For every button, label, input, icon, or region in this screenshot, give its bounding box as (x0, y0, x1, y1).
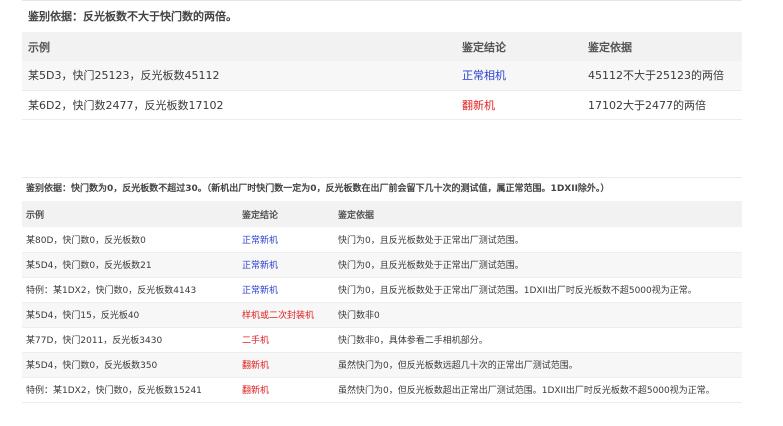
table-row: 某5D3，快门25123，反光板数45112 正常相机 45112不大于25123的… (22, 61, 742, 90)
table2-header-example: 示例 (26, 210, 45, 221)
row-example: 某6D2，快门数2477，反光板数17102 (28, 98, 224, 112)
row-verdict: 翻新机 (462, 98, 495, 112)
row-verdict: 正常新机 (242, 286, 279, 296)
row-basis: 快门数非0 (338, 311, 380, 321)
table2-header-verdict: 鉴定结论 (242, 210, 279, 221)
table-row: 某80D，快门数0，反光板数0 正常新机 快门为0，且反光板数处于正常出厂测试范围。 (22, 227, 742, 252)
row-verdict: 翻新机 (242, 361, 270, 371)
row-basis: 快门为0，且反光板数处于正常出厂测试范围。 (338, 261, 524, 271)
row-basis: 虽然快门为0，但反光板数远超几十次的正常出厂测试范围。 (338, 361, 578, 371)
row-verdict: 正常新机 (242, 235, 279, 246)
table2-header-row: 示例 鉴定结论 鉴定依据 (22, 201, 742, 227)
table2-block: 鉴别依据：快门数为0，反光板数不超过30。（新机出厂时快门数一定为0，反光板数在… (22, 177, 742, 403)
table1-caption: 鉴别依据：反光板数不大于快门数的两倍。 (22, 0, 742, 32)
row-basis: 快门数非0，具体参看二手相机部分。 (338, 336, 488, 346)
row-basis: 虽然快门为0，但反光板数超出正常出厂测试范围。1DXII出厂时反光板数不超500… (338, 386, 715, 396)
table-row: 某5D4，快门数0，反光板数350 翻新机 虽然快门为0，但反光板数远超几十次的正常… (22, 352, 742, 377)
table-row: 某5D4，快门15，反光板40 样机或二次封装机 快门数非0 (22, 302, 742, 327)
table-row: 某77D，快门2011，反光板3430 二手机 快门数非0，具体参看二手相机部分。 (22, 327, 742, 352)
row-example: 某5D4，快门数0，反光板数350 (26, 361, 158, 371)
row-example: 某5D4，快门数0，反光板数21 (26, 261, 152, 271)
table1-header-basis: 鉴定依据 (588, 40, 632, 54)
table1-block: 鉴别依据：反光板数不大于快门数的两倍。 示例 鉴定结论 鉴定依据 某5D3，快门… (22, 0, 742, 120)
row-example: 某80D，快门数0，反光板数0 (26, 235, 146, 246)
table1-header-row: 示例 鉴定结论 鉴定依据 (22, 32, 742, 61)
table-row: 某5D4，快门数0，反光板数21 正常新机 快门为0，且反光板数处于正常出厂测试范围… (22, 252, 742, 277)
row-example: 某5D3，快门25123，反光板数45112 (28, 69, 220, 83)
table2-caption: 鉴别依据：快门数为0，反光板数不超过30。（新机出厂时快门数一定为0，反光板数在… (22, 177, 742, 201)
row-example: 某5D4，快门15，反光板40 (26, 311, 140, 321)
table-row: 特例：某1DX2，快门数0，反光板数4143 正常新机 快门为0，且反光板数处于正常… (22, 277, 742, 302)
table2: 示例 鉴定结论 鉴定依据 某80D，快门数0，反光板数0 正常新机 快门为0，且反光… (22, 201, 742, 403)
row-verdict: 正常相机 (462, 69, 506, 83)
row-verdict: 二手机 (242, 336, 270, 346)
row-example: 特例：某1DX2，快门数0，反光板数4143 (26, 286, 197, 296)
table1-header-example: 示例 (28, 40, 50, 54)
row-example: 某77D，快门2011，反光板3430 (26, 336, 163, 346)
row-verdict: 正常新机 (242, 261, 279, 271)
table2-header-basis: 鉴定依据 (338, 210, 375, 221)
row-basis: 快门为0，且反光板数处于正常出厂测试范围。 (338, 235, 524, 246)
row-verdict: 样机或二次封装机 (242, 311, 315, 321)
row-basis: 45112不大于25123的两倍 (588, 69, 724, 83)
row-example: 特例：某1DX2，快门数0，反光板数15241 (26, 386, 202, 396)
table1-header-verdict: 鉴定结论 (462, 40, 506, 54)
row-basis: 快门为0，且反光板数处于正常出厂测试范围。1DXII出厂时反光板数不超5000视… (338, 286, 697, 296)
table-row: 某6D2，快门数2477，反光板数17102 翻新机 17102大于2477的两倍 (22, 90, 742, 119)
row-verdict: 翻新机 (242, 386, 270, 396)
table-row: 特例：某1DX2，快门数0，反光板数15241 翻新机 虽然快门为0，但反光板数超出… (22, 377, 742, 402)
row-basis: 17102大于2477的两倍 (588, 98, 706, 112)
table1: 示例 鉴定结论 鉴定依据 某5D3，快门25123，反光板数45112 正常相机 4… (22, 32, 742, 120)
